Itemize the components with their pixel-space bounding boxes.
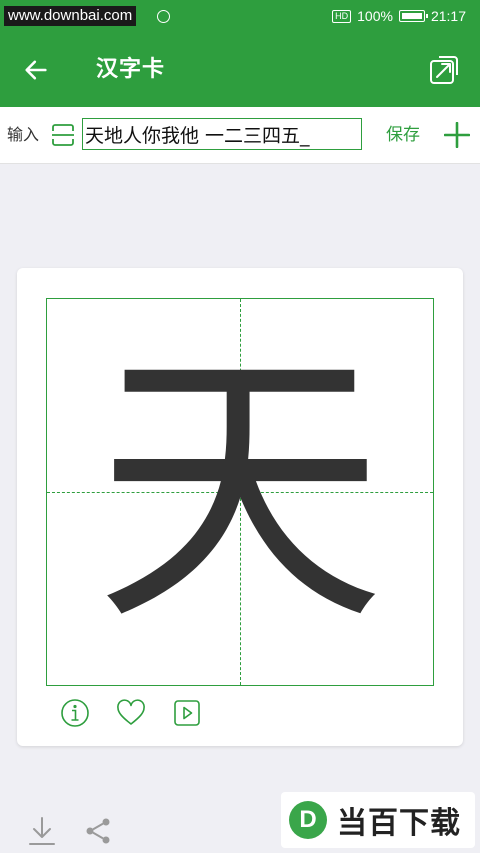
status-bar: www.downbai.com HD 100% 21:17 [0, 0, 480, 32]
hanzi-input[interactable] [82, 118, 362, 150]
save-button[interactable]: 保存 [386, 107, 420, 163]
info-icon[interactable] [60, 698, 90, 728]
status-indicators: HD 100% 21:17 [332, 0, 466, 32]
battery-icon [398, 10, 428, 22]
watermark-text: www.downbai.com [4, 6, 137, 26]
brand-logo: D [289, 801, 327, 839]
hanzi-character: 天 [95, 323, 385, 660]
app-bar: 汉字卡 [0, 32, 480, 107]
character-card: 天 [17, 268, 463, 746]
scan-icon[interactable] [51, 123, 75, 147]
notification-icon [157, 10, 170, 23]
page-title: 汉字卡 [96, 57, 166, 82]
battery-percent: 100% [357, 8, 393, 24]
download-icon[interactable] [28, 816, 56, 846]
hd-badge: HD [332, 9, 352, 23]
input-label: 输入 [7, 125, 40, 144]
bottom-toolbar [28, 816, 112, 846]
battery-fill [401, 13, 422, 19]
expand-icon[interactable] [428, 54, 460, 86]
arrow-left-icon[interactable] [22, 56, 50, 84]
play-icon[interactable] [172, 698, 202, 728]
brand-badge: D 当百下载 [281, 792, 475, 848]
share-icon[interactable] [84, 816, 112, 846]
tian-zi-grid: 天 [46, 298, 434, 686]
clock: 21:17 [430, 8, 466, 24]
input-row: 输入 保存 [0, 107, 480, 164]
heart-icon[interactable] [116, 698, 146, 728]
brand-name: 当百下载 [337, 806, 461, 841]
plus-icon[interactable] [444, 122, 470, 148]
card-actions [60, 698, 202, 728]
